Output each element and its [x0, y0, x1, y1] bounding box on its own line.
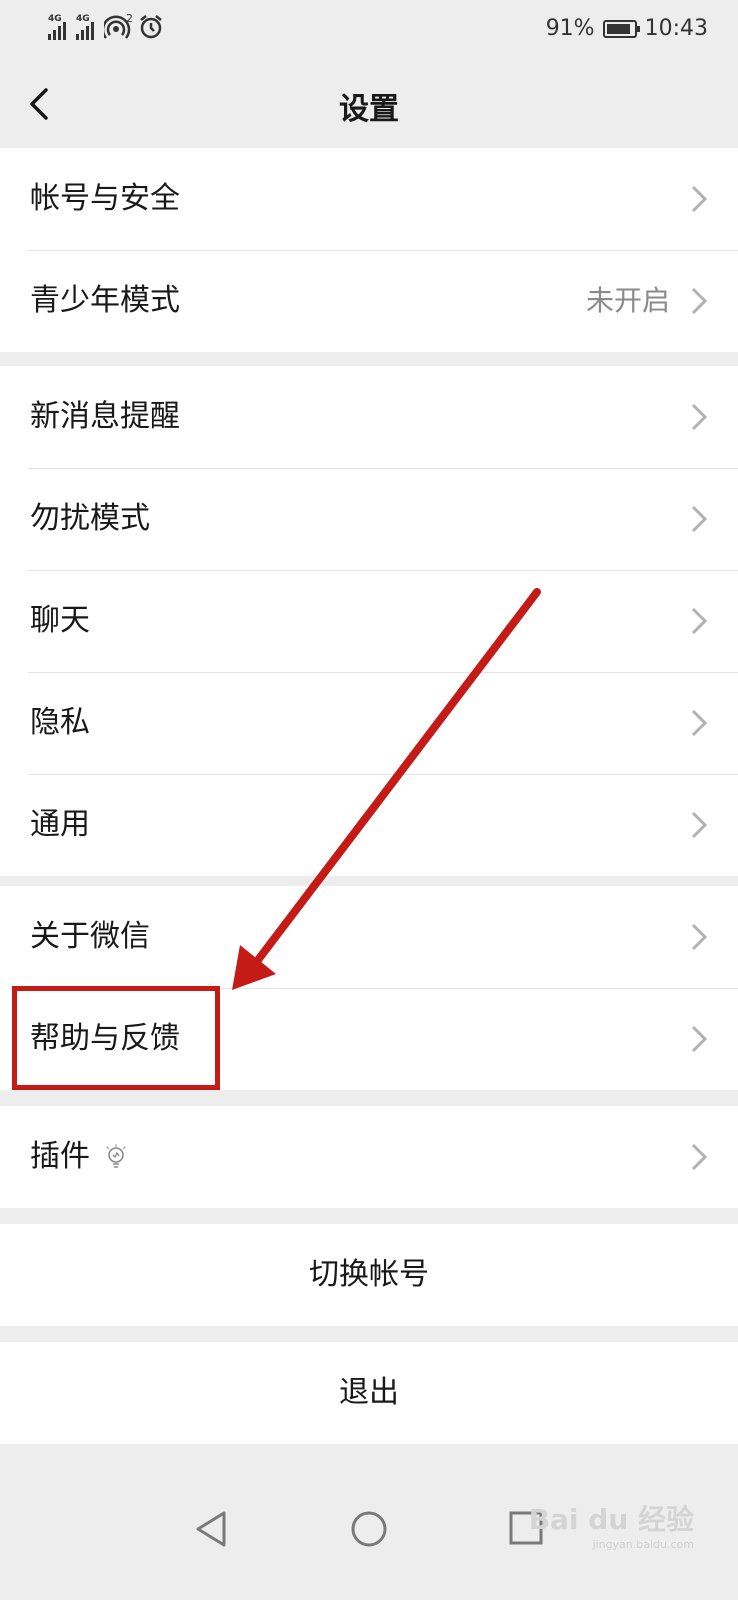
- chevron-right-icon: [691, 287, 708, 315]
- watermark: Bai du 经验 jingyan.baidu.com: [529, 1498, 694, 1551]
- chevron-right-icon: [691, 505, 708, 533]
- status-icons-right: 91% 10:43: [546, 16, 708, 41]
- status-bar: 4G 4G 2 91% 10:43: [0, 0, 738, 60]
- chevron-right-icon: [691, 185, 708, 213]
- setting-item-teen-mode[interactable]: 青少年模式 未开启: [0, 250, 738, 352]
- signal-icon: 4G: [76, 14, 94, 40]
- hotspot-count: 2: [126, 14, 133, 25]
- battery-percent: 91%: [545, 16, 595, 41]
- alarm-icon: [140, 15, 162, 39]
- setting-item-privacy[interactable]: 隐私: [0, 672, 738, 774]
- chevron-right-icon: [691, 1143, 708, 1171]
- setting-item-account-security[interactable]: 帐号与安全: [0, 148, 738, 250]
- setting-item-label: 新消息提醒: [30, 399, 180, 434]
- chevron-right-icon: [691, 709, 708, 737]
- signal-icon: 4G: [48, 14, 66, 40]
- battery-level: [606, 23, 631, 34]
- chevron-right-icon: [691, 607, 708, 635]
- clock: 10:43: [644, 16, 708, 41]
- highlight-box: [12, 986, 220, 1090]
- setting-item-do-not-disturb[interactable]: 勿扰模式: [0, 468, 738, 570]
- setting-item-label: 帐号与安全: [30, 181, 180, 216]
- nav-home-icon[interactable]: [350, 1510, 388, 1548]
- switch-account-button[interactable]: 切换帐号: [0, 1224, 738, 1326]
- settings-group-account: 帐号与安全 青少年模式 未开启: [0, 148, 738, 352]
- watermark-brand: Bai du 经验: [528, 1503, 694, 1536]
- setting-item-label: 插件: [30, 1139, 90, 1174]
- battery-icon: [602, 19, 640, 38]
- setting-item-label: 通用: [30, 807, 90, 842]
- chevron-right-icon: [691, 811, 708, 839]
- setting-item-label: 关于微信: [30, 919, 150, 954]
- setting-item-label: 聊天: [30, 603, 90, 638]
- watermark-url: jingyan.baidu.com: [592, 1538, 694, 1551]
- setting-item-label: 青少年模式: [30, 283, 180, 318]
- nav-back-icon[interactable]: [194, 1510, 228, 1548]
- page-title: 设置: [339, 92, 399, 127]
- settings-group-general: 新消息提醒 勿扰模式 聊天 隐私 通用: [0, 366, 738, 876]
- chevron-right-icon: [691, 923, 708, 951]
- setting-item-plugins[interactable]: 插件: [0, 1106, 738, 1208]
- chevron-right-icon: [691, 1025, 708, 1053]
- logout-button[interactable]: 退出: [0, 1342, 738, 1444]
- settings-group-plugins: 插件: [0, 1106, 738, 1208]
- setting-item-label: 勿扰模式: [30, 501, 150, 536]
- setting-item-new-message-alert[interactable]: 新消息提醒: [0, 366, 738, 468]
- setting-item-general[interactable]: 通用: [0, 774, 738, 876]
- status-icons-left: 4G 4G 2: [48, 14, 164, 40]
- setting-item-about-wechat[interactable]: 关于微信: [0, 886, 738, 988]
- nav-bar: 设置: [0, 60, 738, 148]
- setting-item-label: 隐私: [30, 705, 90, 740]
- teen-mode-status: 未开启: [585, 284, 670, 317]
- setting-item-chat[interactable]: 聊天: [0, 570, 738, 672]
- bulb-icon: [106, 1144, 126, 1168]
- hotspot-icon: 2: [104, 14, 133, 39]
- chevron-right-icon: [691, 403, 708, 431]
